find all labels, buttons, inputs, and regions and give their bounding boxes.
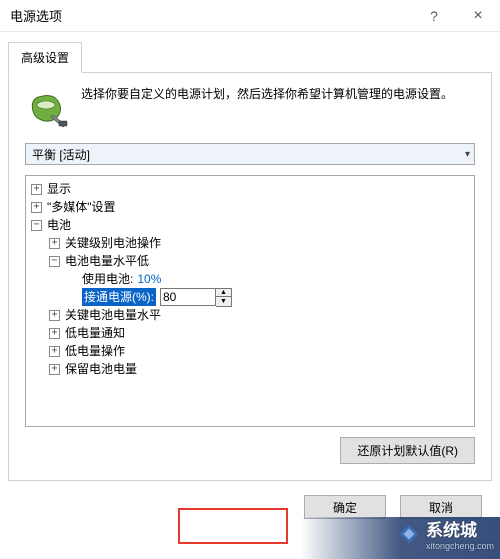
restore-defaults-button[interactable]: 还原计划默认值(R): [340, 437, 475, 464]
watermark: 系统城 xitongcheng.com: [398, 516, 494, 551]
intro-row: 选择你要自定义的电源计划，然后选择你希望计算机管理的电源设置。: [25, 85, 475, 129]
tab-body: 选择你要自定义的电源计划，然后选择你希望计算机管理的电源设置。 平衡 [活动] …: [8, 73, 492, 481]
watermark-url: xitongcheng.com: [426, 541, 494, 551]
expand-icon[interactable]: +: [49, 310, 60, 321]
tree-item-plugged-in[interactable]: 接通电源(%): ▲ ▼: [28, 288, 472, 306]
tree-item-critical-action[interactable]: +关键级别电池操作: [28, 234, 472, 252]
watermark-logo-icon: [398, 523, 420, 545]
watermark-brand: 系统城: [426, 516, 494, 541]
intro-text: 选择你要自定义的电源计划，然后选择你希望计算机管理的电源设置。: [81, 85, 453, 129]
expand-icon[interactable]: +: [31, 184, 42, 195]
tree-item-on-battery[interactable]: 使用电池:10%: [28, 270, 472, 288]
tree-item-display[interactable]: +显示: [28, 180, 472, 198]
ok-button[interactable]: 确定: [304, 495, 386, 519]
spinner-up-icon[interactable]: ▲: [216, 289, 231, 298]
titlebar: 电源选项 ? ×: [0, 0, 500, 32]
power-plan-icon: [25, 85, 69, 129]
tree-item-battery[interactable]: −电池: [28, 216, 472, 234]
tree-item-multimedia[interactable]: +"多媒体"设置: [28, 198, 472, 216]
tree-item-reserve[interactable]: +保留电池电量: [28, 360, 472, 378]
expand-icon[interactable]: +: [31, 202, 42, 213]
expand-icon[interactable]: +: [49, 328, 60, 339]
tree-item-low-action[interactable]: +低电量操作: [28, 342, 472, 360]
dialog-footer: 确定 取消: [0, 481, 500, 519]
close-button[interactable]: ×: [456, 0, 500, 32]
tree-item-low-notify[interactable]: +低电量通知: [28, 324, 472, 342]
tree-item-critical-level[interactable]: +关键电池电量水平: [28, 306, 472, 324]
tree-item-plugged-label: 接通电源(%):: [82, 288, 156, 306]
spinner-down-icon[interactable]: ▼: [216, 297, 231, 306]
settings-tree[interactable]: +显示 +"多媒体"设置 −电池 +关键级别电池操作 −电池电量水平低 使用电池…: [25, 175, 475, 427]
tree-item-low-level[interactable]: −电池电量水平低: [28, 252, 472, 270]
plugged-in-input[interactable]: [160, 288, 216, 306]
collapse-icon[interactable]: −: [49, 256, 60, 267]
property-sheet: 高级设置 选择你要自定义的电源计划，然后选择你希望计算机管理的电源设置。 平衡 …: [8, 42, 492, 481]
tab-strip: 高级设置: [8, 42, 492, 73]
tab-advanced[interactable]: 高级设置: [8, 42, 82, 73]
power-plan-select[interactable]: 平衡 [活动] ▾: [25, 143, 475, 165]
collapse-icon[interactable]: −: [31, 220, 42, 231]
window-title: 电源选项: [10, 6, 412, 25]
help-button[interactable]: ?: [412, 0, 456, 32]
plugged-in-spinner[interactable]: ▲ ▼: [160, 288, 232, 307]
expand-icon[interactable]: +: [49, 346, 60, 357]
expand-icon[interactable]: +: [49, 238, 60, 249]
chevron-down-icon: ▾: [465, 149, 470, 160]
expand-icon[interactable]: +: [49, 364, 60, 375]
power-plan-value: 平衡 [活动]: [32, 146, 90, 163]
